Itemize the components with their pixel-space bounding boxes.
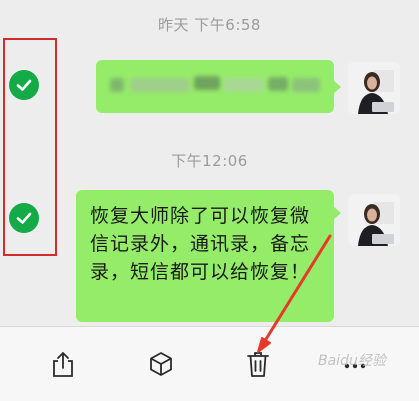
- annotation-arrow: [257, 234, 332, 353]
- watermark: Baidu经验: [318, 353, 386, 369]
